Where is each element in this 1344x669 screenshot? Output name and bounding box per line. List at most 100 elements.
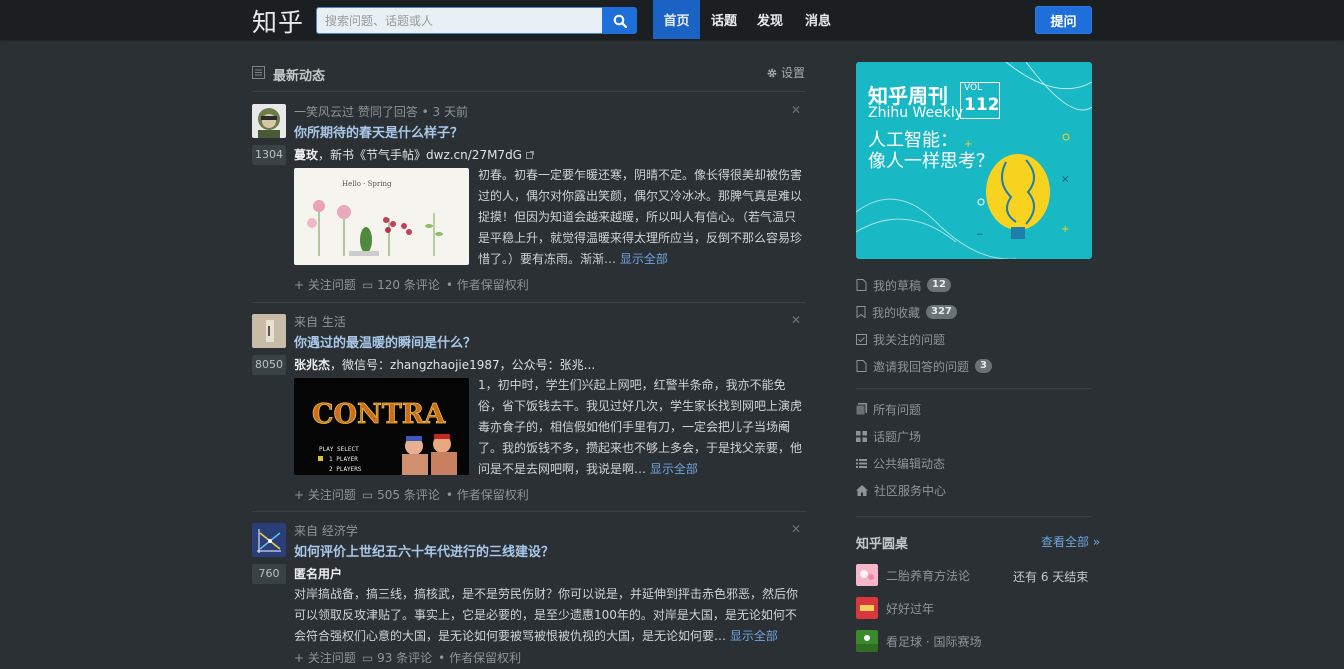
feed-item: 来自 生活 你遇过的最温暖的瞬间是什么？ 8050 张兆杰，微信号：zhangz… — [252, 313, 805, 512]
search-icon — [613, 14, 627, 28]
question-title[interactable]: 如何评价上世纪五六十年代进行的三线建设？ — [294, 541, 554, 560]
show-more-link[interactable]: 显示全部 — [650, 462, 698, 476]
item-actions: + 关注问题 ▭ 93 条评论 • 作者保留权利 — [294, 649, 521, 666]
comments-button[interactable]: ▭ 505 条评论 — [362, 486, 440, 503]
comments-button[interactable]: ▭ 93 条评论 — [362, 649, 432, 666]
banner-subtitle: Zhihu Weekly — [868, 105, 964, 121]
close-icon[interactable]: ✕ — [791, 103, 801, 117]
plus-icon: + — [294, 278, 305, 292]
sidebar-item-community-center[interactable]: 社区服务中心 — [856, 480, 946, 500]
excerpt-text: 对岸搞战备，搞三线，搞核武，是不是劳民伤财？你可以说是，并延伸到抨击赤色邪恶，然… — [294, 587, 799, 643]
plus-icon: + — [294, 651, 305, 665]
vote-count[interactable]: 760 — [252, 564, 286, 584]
roundtable-item[interactable]: 二胎养育方法论 — [856, 564, 970, 586]
sidebar-item-all-questions[interactable]: 所有问题 — [856, 399, 921, 419]
roundtable-thumbnail — [856, 630, 878, 652]
answer-excerpt: 1，初中时，学生们兴起上网吧，红警半条命，我亦不能免俗，省下饭钱去干。我见过好几… — [478, 375, 804, 480]
roundtable-thumbnail — [856, 597, 878, 619]
search-input[interactable] — [316, 7, 603, 34]
volume-label: VOL — [964, 83, 983, 93]
answer-excerpt: 对岸搞战备，搞三线，搞核武，是不是劳民伤财？你可以说是，并延伸到抨击赤色邪恶，然… — [294, 584, 804, 647]
avatar[interactable] — [252, 523, 286, 557]
sidebar-divider — [856, 388, 1092, 389]
nav-topics[interactable]: 话题 — [702, 0, 746, 39]
external-link-icon — [525, 151, 534, 159]
count-badge: 327 — [926, 305, 957, 319]
document-icon — [856, 360, 867, 372]
close-icon[interactable]: ✕ — [791, 313, 801, 327]
author-bio: ，新书《节气手帖》dwz.cn/27M7dG — [318, 148, 522, 162]
thumb-line-2: 1 PLAYER — [329, 456, 358, 463]
thumb-title: CONTRA — [312, 399, 446, 430]
close-icon[interactable]: ✕ — [791, 522, 801, 536]
author-line: 张兆杰，微信号：zhangzhaojie1987，公众号：张兆... — [294, 356, 595, 373]
question-title[interactable]: 你所期待的春天是什么样子？ — [294, 122, 463, 141]
question-title[interactable]: 你遇过的最温暖的瞬间是什么？ — [294, 332, 476, 351]
sidebar-item-followed-questions[interactable]: 我关注的问题 — [856, 329, 945, 349]
follow-question-button[interactable]: + 关注问题 — [294, 486, 356, 503]
show-more-link[interactable]: 显示全部 — [730, 629, 778, 643]
vote-count[interactable]: 8050 — [252, 355, 286, 375]
follow-label: 关注问题 — [307, 651, 356, 665]
roundtable-item[interactable]: 好好过年 — [856, 597, 934, 619]
comments-label: 93 条评论 — [377, 651, 433, 665]
roundtable-item[interactable]: 看足球 · 国际赛场 — [856, 630, 981, 652]
show-more-link[interactable]: 显示全部 — [620, 252, 668, 266]
comments-button[interactable]: ▭ 120 条评论 — [362, 276, 440, 293]
gear-icon — [767, 68, 777, 77]
sidebar-item-label: 我的收藏 — [872, 305, 921, 320]
svg-text:×: × — [1061, 174, 1069, 185]
comment-icon: ▭ — [361, 488, 374, 502]
author-bio: ，微信号：zhangzhaojie1987，公众号：张兆... — [330, 358, 596, 372]
nav-home[interactable]: 首页 — [653, 0, 700, 39]
search-button[interactable] — [602, 7, 637, 34]
plus-icon: + — [294, 488, 305, 502]
avatar[interactable] — [252, 104, 286, 138]
sidebar-item-label: 所有问题 — [873, 402, 922, 417]
avatar[interactable] — [252, 314, 286, 348]
answer-thumbnail[interactable]: CONTRA PLAY SELECT 1 PLAYER 2 PLAYERS — [294, 378, 469, 475]
sidebar-item-topic-square[interactable]: 话题广场 — [856, 426, 921, 446]
settings-label: 设置 — [780, 66, 805, 80]
volume-number: 112 — [964, 95, 1000, 115]
zhihu-logo[interactable]: 知乎 — [252, 3, 304, 39]
sidebar-item-public-edits[interactable]: 公共编辑动态 — [856, 453, 945, 473]
sidebar-item-collections[interactable]: 我的收藏 327 — [856, 302, 957, 322]
sidebar-divider — [856, 516, 1092, 517]
rights-label: • 作者保留权利 — [438, 651, 522, 665]
sidebar-item-label: 邀请我回答的问题 — [873, 359, 970, 374]
author-name[interactable]: 蔓玫 — [294, 148, 318, 162]
thumb-line-1: PLAY SELECT — [319, 446, 359, 453]
roundtable-label: 二胎养育方法论 — [886, 568, 971, 583]
roundtable-see-all-link[interactable]: 查看全部 » — [1041, 533, 1100, 550]
follow-label: 关注问题 — [307, 488, 356, 502]
excerpt-text: 1，初中时，学生们兴起上网吧，红警半条命，我亦不能免俗，省下饭钱去干。我见过好几… — [478, 378, 803, 476]
svg-text:+: + — [1061, 224, 1069, 235]
item-actions: + 关注问题 ▭ 120 条评论 • 作者保留权利 — [294, 276, 529, 293]
grid-icon — [856, 430, 867, 442]
vote-count[interactable]: 1304 — [252, 145, 286, 165]
comment-icon: ▭ — [361, 278, 374, 292]
nav-explore[interactable]: 发现 — [748, 0, 792, 39]
comments-label: 505 条评论 — [377, 488, 440, 502]
sidebar-item-invited-questions[interactable]: 邀请我回答的问题 3 — [856, 356, 992, 376]
author-name[interactable]: 张兆杰 — [294, 358, 330, 372]
checkbox-icon — [856, 333, 867, 345]
item-meta: 来自 生活 — [294, 315, 346, 329]
ask-button[interactable]: 提问 — [1035, 6, 1092, 34]
sidebar-item-drafts[interactable]: 我的草稿 12 — [856, 275, 951, 295]
weekly-banner[interactable]: + × + − 知乎周刊 VOL 112 Zhihu Weekly 人工智能： … — [856, 62, 1092, 259]
follow-question-button[interactable]: + 关注问题 — [294, 276, 356, 293]
nav-messages[interactable]: 消息 — [795, 0, 841, 39]
thumb-text: Hello · Spring — [342, 180, 392, 188]
list-icon — [856, 458, 867, 468]
settings-link[interactable]: 设置 — [766, 64, 805, 81]
stacked-docs-icon — [856, 403, 867, 415]
follow-question-button[interactable]: + 关注问题 — [294, 649, 356, 666]
svg-text:−: − — [976, 230, 984, 240]
comments-label: 120 条评论 — [377, 278, 440, 292]
top-bar: 知乎 首页 话题 发现 消息 提问 — [0, 0, 1344, 39]
feed-item: 来自 经济学 如何评价上世纪五六十年代进行的三线建设？ 760 匿名用户 ✕ 对… — [252, 522, 805, 669]
answer-thumbnail[interactable]: Hello · Spring — [294, 168, 469, 265]
thumb-line-3: 2 PLAYERS — [329, 466, 362, 473]
